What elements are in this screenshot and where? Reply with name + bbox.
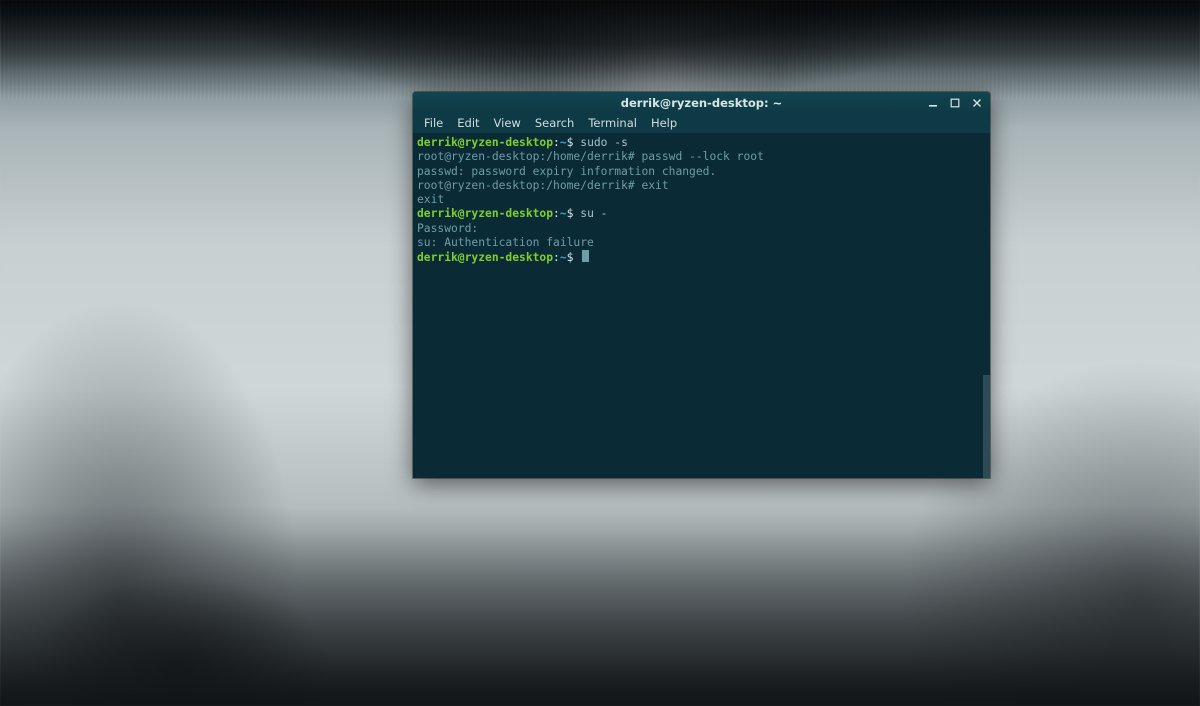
terminal-line: derrik@ryzen-desktop:~$ xyxy=(417,250,986,265)
terminal-line: passwd: password expiry information chan… xyxy=(417,165,986,179)
output-text: exit xyxy=(417,193,444,206)
prompt-user: derrik@ryzen-desktop xyxy=(417,207,553,220)
terminal-line: Password: xyxy=(417,222,986,236)
terminal-line: su: Authentication failure xyxy=(417,236,986,250)
command-text: su - xyxy=(573,207,607,220)
menu-search[interactable]: Search xyxy=(528,114,582,132)
output-text: su: Authentication failure xyxy=(417,236,594,249)
prompt-user: derrik@ryzen-desktop xyxy=(417,251,553,264)
menu-edit[interactable]: Edit xyxy=(450,114,486,132)
window-title: derrik@ryzen-desktop: ~ xyxy=(621,96,782,110)
prompt-separator: : xyxy=(553,207,560,220)
maximize-button[interactable] xyxy=(946,95,964,110)
prompt-separator: : xyxy=(553,136,560,149)
command-text: sudo -s xyxy=(573,136,627,149)
output-text: passwd: password expiry information chan… xyxy=(417,165,716,178)
menu-view[interactable]: View xyxy=(487,114,528,132)
terminal-window: derrik@ryzen-desktop: ~ File Edit View S… xyxy=(413,92,990,478)
minimize-button[interactable] xyxy=(924,95,942,110)
window-titlebar[interactable]: derrik@ryzen-desktop: ~ xyxy=(413,92,990,113)
menu-terminal[interactable]: Terminal xyxy=(581,114,644,132)
prompt-path: ~ xyxy=(560,136,567,149)
output-text: root@ryzen-desktop:/home/derrik# passwd … xyxy=(417,150,764,163)
prompt-path: ~ xyxy=(560,207,567,220)
terminal-line: root@ryzen-desktop:/home/derrik# exit xyxy=(417,179,986,193)
terminal-line: derrik@ryzen-desktop:~$ sudo -s xyxy=(417,136,986,150)
terminal-line: derrik@ryzen-desktop:~$ su - xyxy=(417,207,986,221)
menu-bar: File Edit View Search Terminal Help xyxy=(413,113,990,133)
prompt-separator: : xyxy=(553,251,560,264)
output-text: root@ryzen-desktop:/home/derrik# exit xyxy=(417,179,669,192)
scrollbar[interactable] xyxy=(983,375,990,478)
prompt-path: ~ xyxy=(560,251,567,264)
menu-file[interactable]: File xyxy=(417,114,450,132)
menu-help[interactable]: Help xyxy=(644,114,684,132)
window-controls xyxy=(924,92,986,113)
command-text xyxy=(573,251,580,264)
terminal-line: exit xyxy=(417,193,986,207)
terminal-line: root@ryzen-desktop:/home/derrik# passwd … xyxy=(417,150,986,164)
output-text: Password: xyxy=(417,222,485,235)
terminal-output-area[interactable]: derrik@ryzen-desktop:~$ sudo -sroot@ryze… xyxy=(413,133,990,478)
terminal-cursor xyxy=(582,250,589,262)
prompt-user: derrik@ryzen-desktop xyxy=(417,136,553,149)
close-button[interactable] xyxy=(968,95,986,110)
